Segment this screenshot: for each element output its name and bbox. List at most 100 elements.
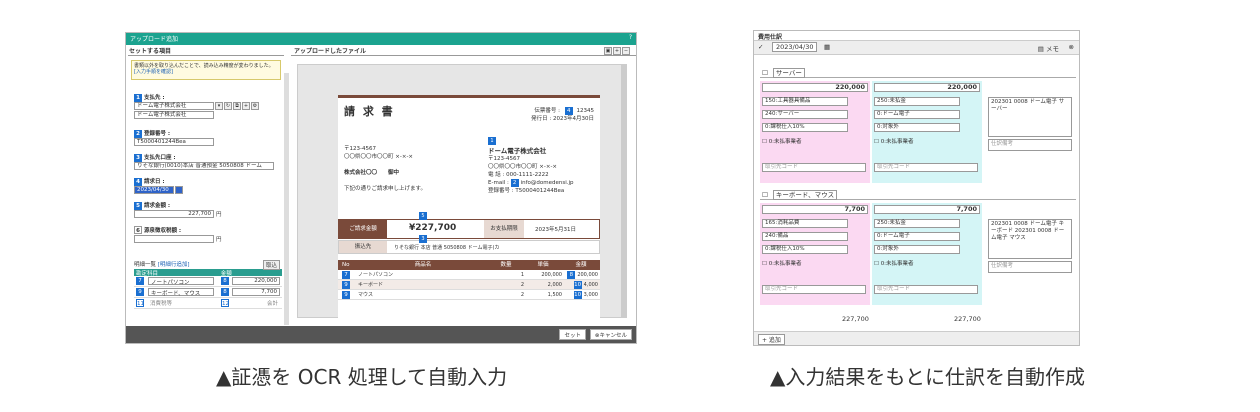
invoice-no-label: 伝票番号 :: [534, 108, 560, 114]
zoom-in-icon[interactable]: +: [613, 47, 621, 55]
items-header-no: No: [342, 262, 350, 268]
debit-tax[interactable]: 0:課税仕入10%: [762, 245, 848, 254]
row-name[interactable]: ノートパソコン: [148, 277, 214, 286]
withholding-input[interactable]: [134, 235, 214, 243]
add-icon[interactable]: +: [242, 102, 250, 110]
credit-account[interactable]: 250:未払金: [874, 97, 960, 106]
field-number: 5: [134, 202, 142, 210]
greeting: 下記の通りご請求申し上げます。: [344, 186, 426, 192]
settings-icon[interactable]: ⊗: [1069, 43, 1074, 51]
credit-partner-code[interactable]: 取引先コード: [874, 163, 978, 172]
row-number: 9: [136, 288, 144, 296]
help-icon[interactable]: ?: [629, 34, 632, 41]
credit-invoice-check[interactable]: ☐ 0:未払事業者: [874, 137, 914, 145]
notice-box: 書類以外を取り込んだことで、読み込み精度が変わりました。 [入力手順を確認]: [131, 60, 281, 80]
credit-partner-code[interactable]: 取引先コード: [874, 285, 978, 294]
debit-partner-code[interactable]: 取引先コード: [762, 285, 866, 294]
table-row[interactable]: 7 ノートパソコン 8 220,000: [134, 276, 282, 287]
credit-tax[interactable]: 0:対象外: [874, 245, 960, 254]
credit-subaccount[interactable]: 0:ドーム電子: [874, 110, 960, 119]
issuer-address: 〇〇県〇〇市〇〇町 ×-×-×: [488, 164, 558, 170]
uploaded-file-title: アップロードしたファイル: [291, 46, 636, 56]
set-items-title: セットする項目: [128, 46, 284, 56]
import-button[interactable]: 取込: [262, 260, 280, 270]
group-title[interactable]: サーバー: [772, 68, 805, 78]
debit-account[interactable]: 150:工具器具備品: [762, 97, 848, 106]
add-detail-link[interactable]: [明細行追加]: [158, 262, 190, 268]
check-icon[interactable]: ✓: [758, 43, 763, 51]
bank-account-select[interactable]: りそな銀行(0010)本店 普通預金 5050808 ドーム: [134, 162, 274, 170]
field-label: 源泉徴収税額 :: [144, 228, 182, 234]
journal-memo[interactable]: 202301 0008 ドーム電子 サーバー: [988, 97, 1072, 137]
zoom-out-icon[interactable]: −: [622, 47, 630, 55]
memo-button[interactable]: ▤ メモ: [1038, 43, 1059, 53]
document-viewer[interactable]: 請 求 書 伝票番号 : 4 12345 発行日 : 2023年4月30日 〒1…: [297, 64, 627, 319]
left-panel-scrollbar[interactable]: [284, 73, 289, 325]
recipient-block: 〒123-4567 〇〇県〇〇市〇〇町 ×-×-× 株式会社〇〇 御中 下記の通…: [344, 145, 426, 193]
debit-tax[interactable]: 0:課税仕入10%: [762, 123, 848, 132]
add-row-button[interactable]: + 追加: [758, 334, 785, 345]
dropdown-icon[interactable]: ▾: [215, 102, 223, 110]
row-amount[interactable]: 会計: [232, 299, 280, 307]
journal-sub-memo[interactable]: 仕訳備考: [988, 261, 1072, 273]
item-price: 1,500: [547, 292, 562, 298]
debit-amount[interactable]: 220,000: [762, 83, 868, 92]
journal-memo[interactable]: 202301 0008 ドーム電子 キーボード 202301 0008 ドーム電…: [988, 219, 1072, 259]
refresh-icon[interactable]: ↻: [224, 102, 232, 110]
credit-invoice-check[interactable]: ☐ 0:未払事業者: [874, 259, 914, 267]
amount-input[interactable]: 227,700: [134, 210, 214, 218]
items-header-qty: 数量: [500, 262, 512, 268]
debit-partner-code[interactable]: 取引先コード: [762, 163, 866, 172]
group-header: ☐ サーバー: [760, 67, 1076, 78]
group-title[interactable]: キーボード、マウス: [772, 190, 838, 200]
table-row: 9 キーボード 2 2,000 10 4,000: [338, 280, 600, 290]
fit-icon[interactable]: ▣: [604, 47, 612, 55]
field-amount: 5 請求金額 : 227,700 円: [134, 201, 282, 218]
credit-tax[interactable]: 0:対象外: [874, 123, 960, 132]
credit-subaccount[interactable]: 0:ドーム電子: [874, 232, 960, 241]
item-price: 2,000: [547, 282, 562, 288]
debit-subaccount[interactable]: 240:サーバー: [762, 110, 848, 119]
debit-invoice-label: 0:未払事業者: [768, 139, 802, 145]
ocr-marker: 5: [419, 212, 427, 220]
debit-invoice-check[interactable]: ☐ 0:未払事業者: [762, 259, 802, 267]
payee-select[interactable]: ドーム電子株式会社: [134, 102, 214, 110]
withholding-unit: 円: [216, 237, 222, 243]
viewer-scrollbar[interactable]: [621, 65, 626, 317]
set-items-panel: セットする項目 書類以外を取り込んだことで、読み込み精度が変わりました。 [入力…: [128, 46, 284, 326]
credit-amount[interactable]: 7,700: [874, 205, 980, 214]
calendar-icon[interactable]: ▦: [824, 43, 830, 51]
credit-amount[interactable]: 220,000: [874, 83, 980, 92]
row-name[interactable]: キーボード、マウス: [148, 288, 214, 297]
group-checkbox[interactable]: ☐: [762, 69, 768, 77]
invoice-date-input[interactable]: 2023/04/30: [134, 186, 174, 194]
debit-invoice-check[interactable]: ☐ 0:未払事業者: [762, 137, 802, 145]
total-credit: 227,700: [954, 315, 981, 323]
notice-link[interactable]: [入力手順を確認]: [134, 69, 173, 75]
copy-icon[interactable]: ⧉: [233, 102, 241, 110]
row-amount[interactable]: 220,000: [232, 277, 280, 285]
debit-account[interactable]: 165:消耗品費: [762, 219, 848, 228]
group-checkbox[interactable]: ☐: [762, 191, 768, 199]
settings-icon[interactable]: ⚙: [251, 102, 259, 110]
debit-amount[interactable]: 7,700: [762, 205, 868, 214]
date-input[interactable]: 2023/04/30: [772, 42, 818, 52]
honorific: 御中: [388, 170, 400, 176]
set-button[interactable]: セット: [559, 329, 586, 340]
issue-label: 発行日 :: [531, 116, 552, 122]
registration-input[interactable]: T5000401244Bea: [134, 138, 214, 146]
cancel-button[interactable]: ⊗キャンセル: [589, 329, 632, 340]
row-amount[interactable]: 7,700: [232, 288, 280, 296]
journal-sub-memo[interactable]: 仕訳備考: [988, 139, 1072, 151]
table-row[interactable]: 9 キーボード、マウス 8 7,700: [134, 287, 282, 298]
payee-name-input[interactable]: ドーム電子株式会社: [134, 111, 214, 119]
credit-account[interactable]: 250:未払金: [874, 219, 960, 228]
field-withholding: 6 源泉徴収税額 : 円: [134, 226, 282, 243]
table-row[interactable]: 11 消費税等 12 会計: [134, 298, 282, 309]
total-debit: 227,700: [842, 315, 869, 323]
row-name[interactable]: 消費税等: [148, 299, 214, 307]
debit-subaccount[interactable]: 240:備品: [762, 232, 848, 241]
ocr-marker: 9: [342, 291, 350, 299]
calendar-icon[interactable]: [175, 186, 183, 194]
ocr-marker: 10: [573, 291, 582, 299]
